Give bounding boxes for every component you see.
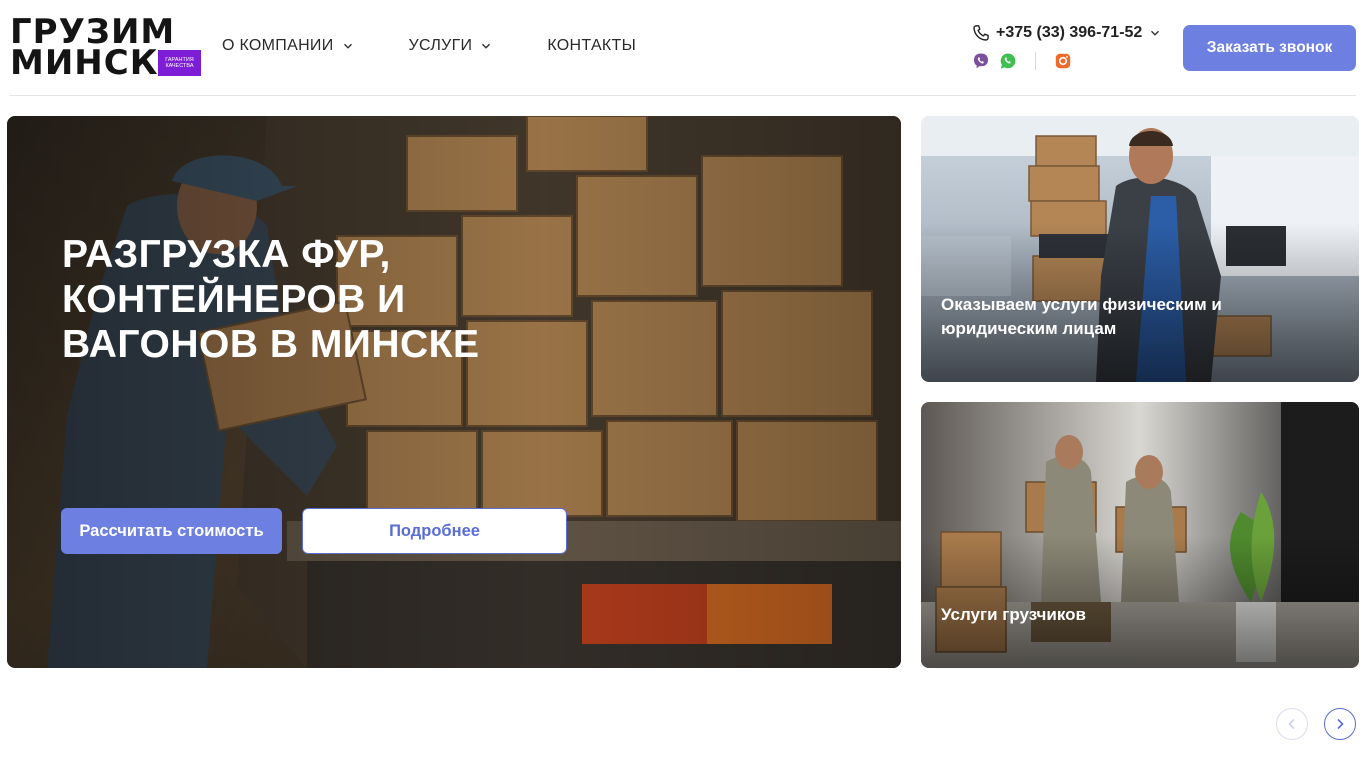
nav-item-contacts[interactable]: КОНТАКТЫ <box>547 37 636 55</box>
card-label: Услуги грузчиков <box>941 605 1086 624</box>
main-nav: О КОМПАНИИ УСЛУГИ КОНТАКТЫ <box>222 37 692 55</box>
nav-item-services[interactable]: УСЛУГИ <box>409 37 492 55</box>
calculate-cost-button[interactable]: Рассчитать стоимость <box>61 508 282 554</box>
service-card-individuals[interactable]: Оказываем услуги физическим и юридически… <box>921 116 1359 382</box>
chevron-down-icon <box>482 43 491 49</box>
service-card-movers[interactable]: Услуги грузчиков <box>921 402 1359 668</box>
nav-item-about[interactable]: О КОМПАНИИ <box>222 37 353 55</box>
chevron-down-icon <box>1151 30 1160 36</box>
social-divider <box>1035 52 1036 70</box>
office-mover-image <box>921 116 1359 382</box>
hero-background-image <box>7 116 901 668</box>
header-divider <box>10 95 1356 96</box>
chevron-down-icon <box>343 43 352 49</box>
viber-icon[interactable] <box>972 52 990 70</box>
logo-badge: Гарантия качества <box>158 50 201 76</box>
logo-line-2: МИНСК <box>10 43 159 83</box>
slider-prev-button[interactable] <box>1276 708 1308 740</box>
nav-item-label: О КОМПАНИИ <box>222 37 334 54</box>
order-call-button[interactable]: Заказать звонок <box>1183 25 1356 71</box>
nav-item-label: КОНТАКТЫ <box>547 37 637 54</box>
social-links <box>972 52 1081 70</box>
logo[interactable]: ГРУЗИМ МИНСК Гарантия качества <box>10 15 210 83</box>
chevron-left-icon <box>1288 718 1295 730</box>
phone-number[interactable]: +375 (33) 396-71-52 <box>996 24 1142 42</box>
phone-dropdown[interactable]: +375 (33) 396-71-52 <box>972 22 1172 44</box>
chevron-right-icon <box>1337 718 1344 730</box>
site-header: ГРУЗИМ МИНСК Гарантия качества О КОМПАНИ… <box>0 0 1366 96</box>
hero-banner: РАЗГРУЗКА ФУР, КОНТЕЙНЕРОВ И ВАГОНОВ В М… <box>7 116 901 668</box>
card-label: Оказываем услуги физическим и юридически… <box>941 295 1222 338</box>
whatsapp-icon[interactable] <box>999 52 1017 70</box>
contact-block: +375 (33) 396-71-52 <box>972 22 1172 77</box>
slider-next-button[interactable] <box>1324 708 1356 740</box>
hero-title: РАЗГРУЗКА ФУР, КОНТЕЙНЕРОВ И ВАГОНОВ В М… <box>62 233 480 366</box>
more-details-button[interactable]: Подробнее <box>302 508 567 554</box>
movers-image <box>921 402 1359 668</box>
phone-icon <box>973 25 989 41</box>
nav-item-label: УСЛУГИ <box>408 37 473 54</box>
instagram-icon[interactable] <box>1054 52 1072 70</box>
